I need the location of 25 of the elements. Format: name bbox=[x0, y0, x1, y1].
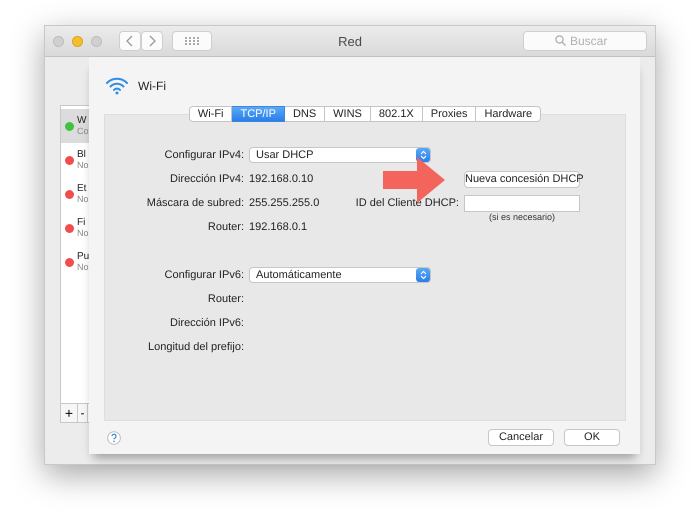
field-label: Máscara de subred: bbox=[146, 197, 244, 209]
field-label: Longitud del prefijo: bbox=[148, 341, 244, 353]
network-name: Et bbox=[77, 183, 88, 194]
field-label: Configurar IPv6: bbox=[164, 269, 244, 281]
sheet-title: Wi-Fi bbox=[138, 79, 166, 93]
field-label: Router: bbox=[208, 293, 244, 305]
field-label: ID del Cliente DHCP: bbox=[356, 197, 459, 209]
window-title: Red bbox=[338, 34, 362, 48]
network-status: No bbox=[77, 228, 89, 239]
field-label: Configurar IPv4: bbox=[164, 149, 244, 161]
network-name: Pu bbox=[77, 251, 90, 262]
network-name: W bbox=[77, 115, 88, 126]
field-label: Dirección IPv6: bbox=[170, 317, 244, 329]
network-status: No bbox=[77, 262, 90, 273]
field-value: 192.168.0.10 bbox=[249, 173, 314, 185]
hint-text: (si es necesario) bbox=[488, 212, 556, 222]
network-status: No bbox=[77, 194, 89, 205]
network-status: No bbox=[77, 160, 89, 171]
field-label: Dirección IPv4: bbox=[170, 173, 244, 185]
field-value: 192.168.0.1 bbox=[249, 221, 308, 233]
network-name: Fi bbox=[77, 217, 86, 228]
network-name: Bl bbox=[77, 149, 87, 160]
field-label: Router: bbox=[208, 221, 244, 233]
network-status: Co bbox=[77, 126, 89, 137]
field-value: 255.255.255.0 bbox=[249, 197, 320, 209]
